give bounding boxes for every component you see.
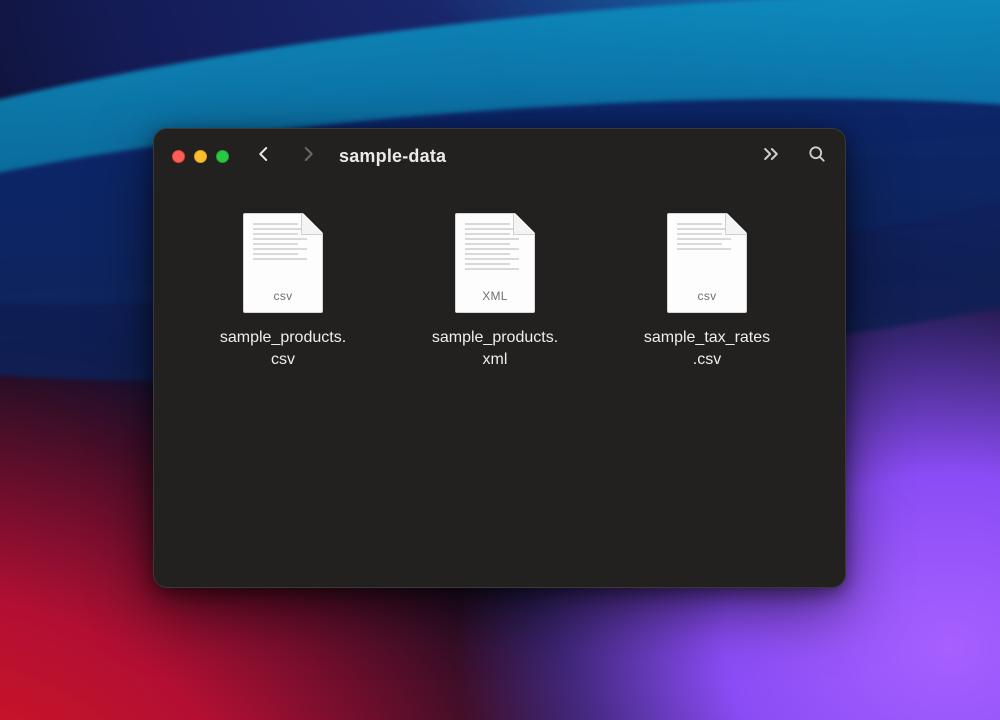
file-item[interactable]: csv sample_products. csv — [178, 213, 388, 587]
window-controls — [172, 150, 229, 163]
minimize-window-button[interactable] — [194, 150, 207, 163]
chevron-left-icon — [255, 145, 273, 163]
chevron-right-icon — [299, 145, 317, 163]
toolbar-overflow-button[interactable] — [761, 144, 781, 169]
finder-toolbar: sample-data — [154, 129, 845, 183]
back-button[interactable] — [255, 145, 273, 168]
file-name-label: sample_tax_rates .csv — [644, 327, 770, 370]
window-title: sample-data — [339, 146, 446, 167]
file-name-label: sample_products. xml — [432, 327, 558, 370]
file-type-badge: csv — [243, 289, 323, 303]
file-icon-xml: XML — [455, 213, 535, 313]
file-type-badge: XML — [455, 289, 535, 303]
file-icon-csv: csv — [667, 213, 747, 313]
file-name-label: sample_products. csv — [220, 327, 346, 370]
file-type-badge: csv — [667, 289, 747, 303]
search-button[interactable] — [807, 144, 827, 169]
close-window-button[interactable] — [172, 150, 185, 163]
navigation-arrows — [255, 145, 317, 168]
file-icon-csv: csv — [243, 213, 323, 313]
search-icon — [807, 144, 827, 164]
file-grid: csv sample_products. csv XML sample_prod… — [154, 183, 845, 587]
file-item[interactable]: XML sample_products. xml — [390, 213, 600, 587]
finder-window: sample-data csv — [153, 128, 846, 588]
forward-button[interactable] — [299, 145, 317, 168]
zoom-window-button[interactable] — [216, 150, 229, 163]
file-item[interactable]: csv sample_tax_rates .csv — [602, 213, 812, 587]
chevrons-right-icon — [761, 144, 781, 164]
